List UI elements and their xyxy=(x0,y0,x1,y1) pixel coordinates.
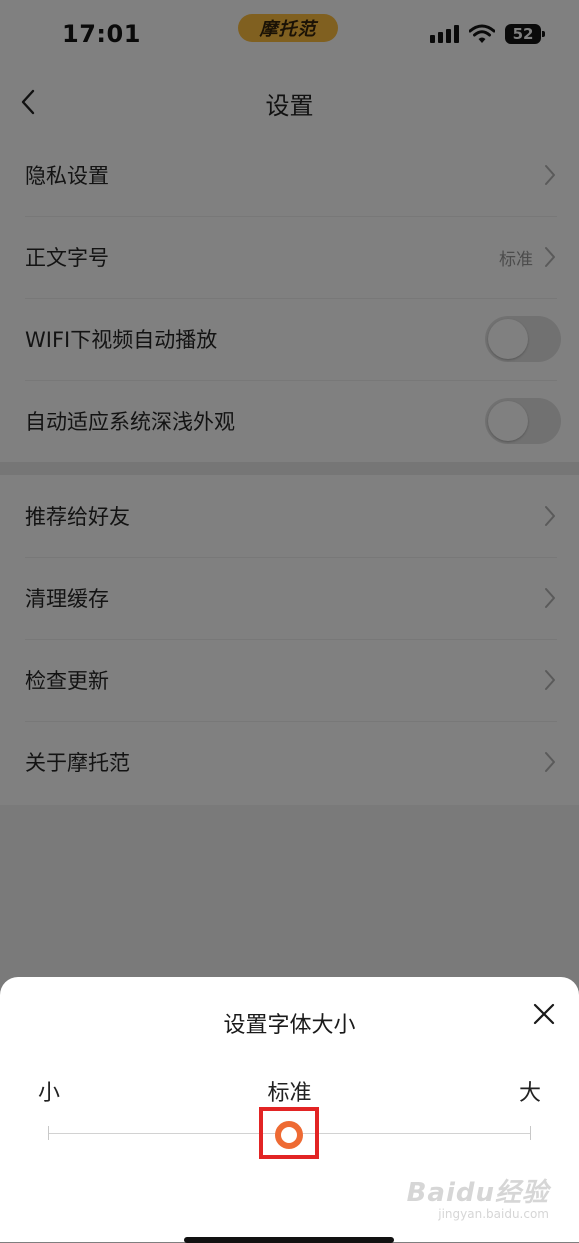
setting-label: 推荐给好友 xyxy=(25,505,130,529)
toggle-knob xyxy=(488,319,528,359)
setting-row-check-update[interactable]: 检查更新 xyxy=(0,639,579,721)
setting-row-about[interactable]: 关于摩托范 xyxy=(0,721,579,803)
row-accessory xyxy=(543,557,557,639)
toggle-knob xyxy=(488,401,528,441)
chevron-right-icon xyxy=(545,165,555,185)
setting-row-privacy[interactable]: 隐私设置 xyxy=(0,134,579,216)
chevron-right-icon xyxy=(545,506,555,526)
wifi-icon xyxy=(469,24,495,43)
setting-row-font-size[interactable]: 正文字号 标准 xyxy=(0,216,579,298)
setting-label: 关于摩托范 xyxy=(25,751,130,775)
row-accessory xyxy=(543,134,557,216)
page-title: 设置 xyxy=(265,92,314,120)
row-accessory xyxy=(543,639,557,721)
watermark-url: jingyan.baidu.com xyxy=(438,1207,549,1221)
sheet-title: 设置字体大小 xyxy=(223,1013,356,1038)
watermark-logo: Baidu经验 xyxy=(406,1178,549,1208)
row-accessory xyxy=(485,380,561,462)
status-time: 17:01 xyxy=(62,20,141,48)
chevron-right-icon xyxy=(545,670,555,690)
chevron-right-icon xyxy=(545,588,555,608)
row-accessory xyxy=(543,721,557,803)
battery-icon: 52 xyxy=(505,24,545,44)
setting-row-wifi-autoplay: WIFI下视频自动播放 xyxy=(0,298,579,380)
auto-appearance-toggle[interactable] xyxy=(485,398,561,444)
setting-label: 自动适应系统深浅外观 xyxy=(25,410,235,434)
status-bar: 17:01 摩托范 52 xyxy=(0,0,579,72)
setting-row-auto-appearance: 自动适应系统深浅外观 xyxy=(0,380,579,462)
setting-label: 清理缓存 xyxy=(25,587,109,611)
close-button[interactable] xyxy=(529,999,559,1029)
row-accessory xyxy=(485,298,561,380)
row-accessory xyxy=(543,475,557,557)
close-icon xyxy=(533,1003,555,1025)
chevron-right-icon xyxy=(545,247,555,267)
section-divider xyxy=(0,462,579,475)
setting-label: WIFI下视频自动播放 xyxy=(25,328,218,352)
status-icons: 52 xyxy=(430,24,545,44)
settings-group-2: 推荐给好友 清理缓存 检查更新 关于摩托范 xyxy=(0,475,579,803)
setting-label: 隐私设置 xyxy=(25,164,109,188)
label-standard: 标准 xyxy=(267,1081,312,1106)
battery-level: 52 xyxy=(512,25,534,43)
setting-label: 正文字号 xyxy=(25,246,109,270)
signal-icon xyxy=(430,25,459,43)
font-size-slider-thumb[interactable] xyxy=(275,1121,303,1149)
watermark: Baidu经验 jingyan.baidu.com xyxy=(407,1172,549,1221)
wifi-autoplay-toggle[interactable] xyxy=(485,316,561,362)
app-badge: 摩托范 xyxy=(238,14,338,42)
setting-label: 检查更新 xyxy=(25,669,109,693)
slider-tick-large xyxy=(530,1126,531,1140)
slider-tick-small xyxy=(48,1126,49,1140)
label-large: 大 xyxy=(518,1081,541,1106)
settings-group-1: 隐私设置 正文字号 标准 WIFI下视频自动播放 自动适应系统深浅外观 xyxy=(0,134,579,462)
font-size-value: 标准 xyxy=(499,249,533,270)
setting-row-recommend[interactable]: 推荐给好友 xyxy=(0,475,579,557)
font-size-sheet: 设置字体大小 小 标准 大 Baidu经验 jingyan.baidu.com xyxy=(0,977,579,1243)
home-indicator xyxy=(184,1237,394,1243)
nav-bar: 设置 xyxy=(0,72,579,132)
setting-row-clear-cache[interactable]: 清理缓存 xyxy=(0,557,579,639)
row-accessory: 标准 xyxy=(499,216,557,298)
chevron-right-icon xyxy=(545,752,555,772)
